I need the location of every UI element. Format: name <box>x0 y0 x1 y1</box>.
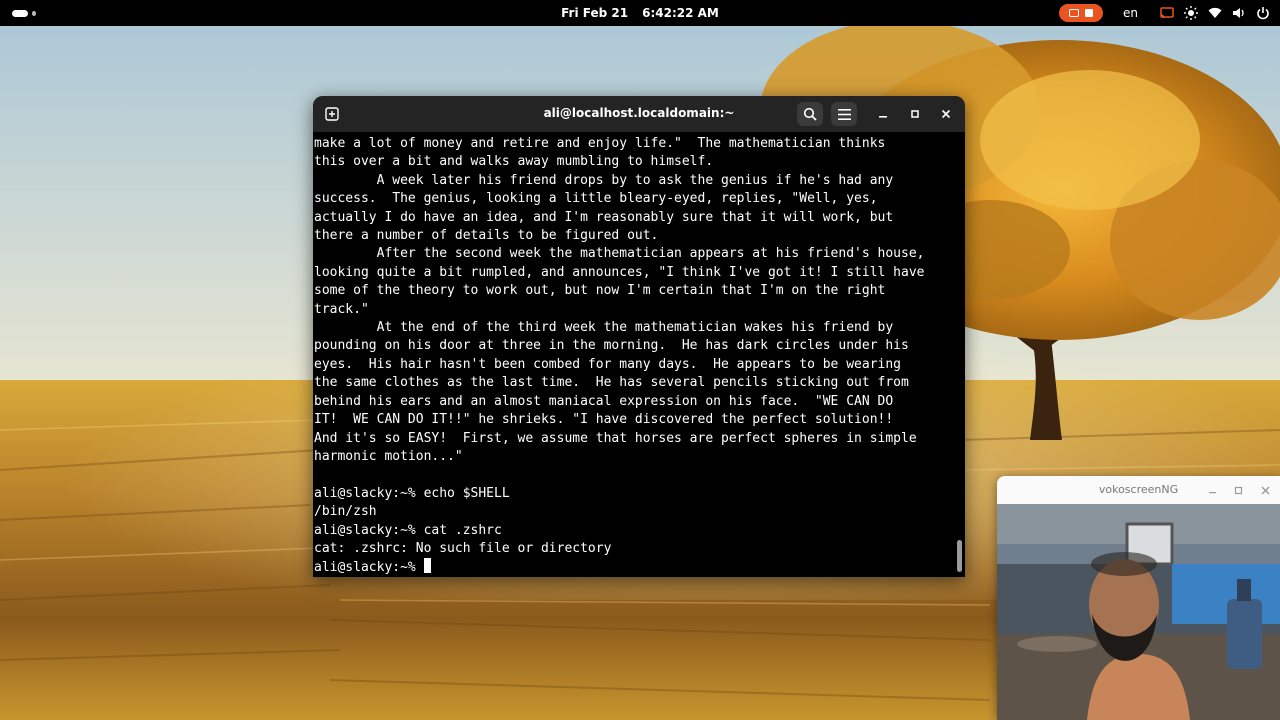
minimize-button[interactable] <box>870 102 896 126</box>
terminal-scrollbar[interactable] <box>957 540 962 572</box>
wifi-icon[interactable] <box>1208 6 1222 20</box>
terminal-line: A week later his friend drops by to ask … <box>314 172 894 188</box>
camera-window[interactable]: vokoscreenNG <box>997 476 1280 720</box>
screen-record-icon <box>1069 9 1079 17</box>
terminal-line: ali@slacky:~% cat .zshrc <box>314 522 502 538</box>
terminal-line: After the second week the mathematician … <box>314 246 925 262</box>
close-button[interactable] <box>933 102 959 126</box>
terminal-title: ali@localhost.localdomain:~ <box>543 106 735 120</box>
search-icon <box>803 107 817 121</box>
top-bar: Fri Feb 21 6:42:22 AM en <box>0 0 1280 26</box>
terminal-line: IT! WE CAN DO IT!!" he shrieks. "I have … <box>314 412 894 428</box>
terminal-line: actually I do have an idea, and I'm reas… <box>314 209 894 225</box>
brightness-icon[interactable] <box>1184 6 1198 20</box>
maximize-icon <box>911 110 919 118</box>
terminal-line: behind his ears and an almost maniacal e… <box>314 393 894 409</box>
camera-minimize-button[interactable] <box>1205 483 1219 497</box>
system-tray: en <box>1059 3 1270 23</box>
terminal-cursor <box>423 558 431 574</box>
terminal-line: pounding on his door at three in the mor… <box>314 338 909 354</box>
terminal-lines: make a lot of money and retire and enjoy… <box>314 136 924 556</box>
webcam-feed <box>997 504 1280 720</box>
terminal-line: success. The genius, looking a little bl… <box>314 191 878 207</box>
terminal-line: there a number of details to be figured … <box>314 228 659 244</box>
close-icon <box>1261 486 1269 494</box>
terminal-line: make a lot of money and retire and enjoy… <box>314 136 886 151</box>
terminal-line: cat: .zshrc: No such file or directory <box>314 540 612 556</box>
workspace-active-indicator <box>12 9 29 17</box>
power-icon[interactable] <box>1256 6 1270 20</box>
minimize-icon <box>1208 491 1216 493</box>
terminal-line: /bin/zsh <box>314 504 377 520</box>
terminal-window[interactable]: ali@localhost.localdomain:~ make a lot o… <box>313 96 965 577</box>
clock-date[interactable]: Fri Feb 21 <box>561 6 628 20</box>
terminal-line: eyes. His hair hasn't been combed for ma… <box>314 356 901 372</box>
terminal-line: At the end of the third week the mathema… <box>314 320 894 336</box>
terminal-line: And it's so EASY! First, we assume that … <box>314 430 917 446</box>
terminal-line: this over a bit and walks away mumbling … <box>314 154 714 170</box>
cast-icon[interactable] <box>1160 6 1174 20</box>
terminal-line: ali@slacky:~% echo $SHELL <box>314 485 510 501</box>
terminal-line: the same clothes as the last time. He ha… <box>314 375 909 391</box>
maximize-button[interactable] <box>902 102 928 126</box>
clock-time[interactable]: 6:42:22 AM <box>642 6 719 20</box>
terminal-line: looking quite a bit rumpled, and announc… <box>314 264 925 280</box>
menu-button[interactable] <box>831 102 857 126</box>
maximize-icon <box>1234 486 1242 494</box>
terminal-line: some of the theory to work out, but now … <box>314 283 886 299</box>
camera-window-header[interactable]: vokoscreenNG <box>997 476 1280 504</box>
terminal-header-bar[interactable]: ali@localhost.localdomain:~ <box>313 96 965 132</box>
screen-record-indicator[interactable] <box>1059 4 1103 22</box>
workspace-indicator <box>32 10 36 16</box>
stop-icon <box>1085 9 1093 17</box>
terminal-prompt[interactable]: ali@slacky:~% <box>314 560 424 575</box>
terminal-line: harmonic motion..." <box>314 448 463 464</box>
terminal-line: track." <box>314 301 369 317</box>
terminal-output[interactable]: make a lot of money and retire and enjoy… <box>313 132 953 577</box>
search-button[interactable] <box>797 102 823 126</box>
volume-icon[interactable] <box>1232 6 1246 20</box>
camera-maximize-button[interactable] <box>1231 483 1245 497</box>
activities-indicator[interactable] <box>12 9 36 17</box>
close-icon <box>941 109 951 119</box>
hamburger-menu-icon <box>837 108 851 120</box>
keyboard-language[interactable]: en <box>1123 6 1138 20</box>
camera-close-button[interactable] <box>1258 483 1272 497</box>
minimize-icon <box>879 116 887 118</box>
